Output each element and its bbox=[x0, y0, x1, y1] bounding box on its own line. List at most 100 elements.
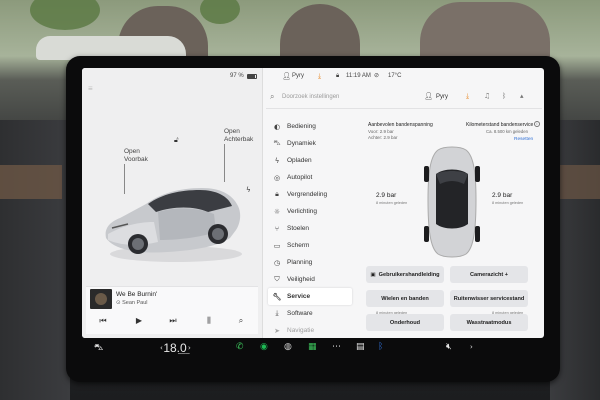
previous-icon[interactable]: ⏮ bbox=[96, 316, 110, 326]
tire-front-right-pressure: 2.9 bar bbox=[492, 192, 513, 199]
display-icon: ▭ bbox=[273, 241, 281, 250]
lock-icon: 🔒︎ bbox=[275, 190, 279, 198]
wrench-icon: 🔧︎ bbox=[272, 292, 282, 301]
nav-label: Scherm bbox=[287, 242, 310, 249]
car-wash-mode-label: Wasstraatmodus bbox=[466, 319, 512, 326]
status-bar: 97 % 👤︎ Pyry ⤓ 🔒︎ 11:19 AM ⊘ 17°C bbox=[82, 68, 544, 86]
open-trunk-callout[interactable]: Open Achterbak bbox=[224, 128, 253, 144]
lock-status-icon: 🔒︎ bbox=[336, 72, 340, 79]
search-input[interactable]: Doorzoek instellingen bbox=[282, 94, 339, 100]
panel-divider bbox=[262, 68, 263, 338]
maintenance-label: Onderhoud bbox=[389, 319, 421, 326]
next-icon[interactable]: ⏭ bbox=[166, 316, 180, 326]
tire-front-right-time: 8 minuten geleden bbox=[492, 201, 524, 205]
media-player[interactable]: We Be Burnin' ⊙ Sean Paul ⏮ ▶ ⏭ ⫼ ⌕ bbox=[86, 286, 258, 334]
touchscreen: ≡ Open Voorbak Open Achterbak 🔓︎ ϟ We Be bbox=[82, 68, 544, 338]
download-icon: ⤓ bbox=[275, 309, 279, 317]
recommended-pressure-title: Aanbevolen bandenspanning bbox=[368, 122, 433, 128]
calendar-icon[interactable]: ▤ bbox=[356, 342, 365, 352]
nav-label: Service bbox=[287, 293, 311, 300]
nav-item-planning[interactable]: ◷ Planning bbox=[268, 254, 352, 271]
toggle-icon: ◐ bbox=[273, 122, 281, 131]
nav-item-navigatie[interactable]: ➤ Navigatie bbox=[268, 322, 352, 338]
volume-right-chevron[interactable]: › bbox=[470, 343, 473, 351]
car-icon[interactable]: ⛍ bbox=[94, 343, 103, 354]
profile-icon[interactable]: 👤︎ bbox=[282, 72, 291, 80]
settings-search-row: ⌕ Doorzoek instellingen 👤︎ Pyry ⤓ ♫ ᛒ ▴ bbox=[266, 90, 542, 106]
dashcam-icon[interactable]: ◍ bbox=[284, 342, 292, 352]
games-icon[interactable]: ▦ bbox=[308, 342, 317, 352]
play-icon[interactable]: ▶ bbox=[132, 316, 146, 325]
search-icon: ⌕ bbox=[270, 92, 275, 101]
nav-item-software[interactable]: ⤓ Software bbox=[268, 305, 352, 322]
nav-item-bediening[interactable]: ◐ Bediening bbox=[268, 118, 352, 135]
user-manual-button[interactable]: ▣ Gebruikershandleiding bbox=[366, 266, 444, 283]
settings-nav: ◐ Bediening ⛍ Dynamiek ϟ Opladen ◎ Autopilot… bbox=[268, 118, 352, 338]
nav-item-veiligheid[interactable]: ⛉ Veiligheid bbox=[268, 271, 352, 288]
album-art bbox=[90, 289, 112, 309]
bluetooth-icon[interactable]: ᛒ bbox=[502, 92, 506, 100]
cabin-temperature[interactable]: 18.0 bbox=[162, 341, 188, 355]
nav-label: Navigatie bbox=[287, 327, 315, 334]
nav-item-opladen[interactable]: ϟ Opladen bbox=[268, 152, 352, 169]
battery-icon bbox=[247, 74, 257, 79]
nav-label: Opladen bbox=[287, 157, 312, 164]
profile-name[interactable]: Pyry bbox=[436, 94, 448, 100]
info-icon[interactable]: i bbox=[534, 121, 540, 127]
maintenance-button[interactable]: Onderhoud bbox=[366, 314, 444, 331]
nav-label: Bediening bbox=[287, 123, 316, 130]
wiper-service-button[interactable]: Ruitenwisser servicestand bbox=[450, 290, 528, 307]
equalizer-icon[interactable]: ⫼ bbox=[202, 316, 216, 326]
tpms-title: Kilometerstand bandenservice bbox=[466, 122, 534, 128]
bell-icon[interactable]: ♫ bbox=[484, 92, 490, 100]
open-frunk-callout[interactable]: Open Voorbak bbox=[124, 148, 148, 164]
mute-icon[interactable]: 🔇︎ bbox=[446, 342, 452, 352]
more-apps-icon[interactable]: ⋯ bbox=[332, 342, 341, 352]
artist-name: ⊙ Sean Paul bbox=[116, 300, 148, 306]
phone-icon[interactable]: ✆ bbox=[236, 342, 244, 352]
unlock-icon[interactable]: 🔓︎ bbox=[174, 136, 179, 145]
camera-view-button[interactable]: Camerazicht + bbox=[450, 266, 528, 283]
nav-item-stoelen[interactable]: ⑂ Stoelen bbox=[268, 220, 352, 237]
temp-right-chevron[interactable]: › bbox=[188, 344, 191, 352]
profile-icon[interactable]: 👤︎ bbox=[424, 92, 433, 100]
search-icon[interactable]: ⌕ bbox=[234, 316, 248, 326]
nav-item-scherm[interactable]: ▭ Scherm bbox=[268, 237, 352, 254]
wiper-service-label: Ruitenwisser servicestand bbox=[453, 295, 525, 302]
shield-icon: ⛉ bbox=[274, 275, 280, 283]
nav-label: Dynamiek bbox=[287, 140, 316, 147]
reset-link[interactable]: Resetten bbox=[514, 137, 533, 142]
artist-label: Sean Paul bbox=[122, 300, 148, 306]
download-orange-icon[interactable]: ⤓ bbox=[318, 72, 321, 81]
fan-icon[interactable]: ▔▔▔ bbox=[178, 354, 190, 360]
nav-item-vergrendeling[interactable]: 🔒︎ Vergrendeling bbox=[268, 186, 352, 203]
user-icon: ⊙ bbox=[116, 300, 121, 306]
steering-wheel-icon: ◎ bbox=[273, 173, 281, 182]
track-title: We Be Burnin' bbox=[116, 291, 158, 298]
tpms-value: Ca. 8.500 km geleden bbox=[486, 129, 529, 134]
airbag-icon: ⊘ bbox=[374, 73, 380, 79]
bluetooth-icon[interactable]: ᛒ bbox=[378, 342, 383, 352]
car-visualization-panel: ≡ Open Voorbak Open Achterbak 🔓︎ ϟ We Be bbox=[82, 68, 262, 338]
taskbar: ⛍ ‹ 18.0 › ▔▔▔ ✆ ◉ ◍ ▦ ⋯ ▤ ᛒ 🔇︎ › bbox=[66, 338, 560, 364]
navigation-icon: ➤ bbox=[274, 326, 280, 335]
nav-label: Autopilot bbox=[287, 174, 313, 181]
download-icon[interactable]: ⤓ bbox=[466, 92, 469, 101]
nav-label: Verlichting bbox=[287, 208, 317, 215]
nav-item-dynamiek[interactable]: ⛍ Dynamiek bbox=[268, 135, 352, 152]
car-wash-mode-button[interactable]: Wasstraatmodus bbox=[450, 314, 528, 331]
sun-icon: ☼ bbox=[273, 207, 281, 216]
nav-label: Stoelen bbox=[287, 225, 310, 232]
nav-item-verlichting[interactable]: ☼ Verlichting bbox=[268, 203, 352, 220]
nav-label: Planning bbox=[287, 259, 313, 266]
nav-item-autopilot[interactable]: ◎ Autopilot bbox=[268, 169, 352, 186]
profile-name[interactable]: Pyry bbox=[292, 73, 304, 79]
clock-icon: ◷ bbox=[273, 258, 281, 267]
spotify-icon[interactable]: ◉ bbox=[260, 342, 268, 352]
battery-percentage: 97 % bbox=[230, 73, 244, 79]
signal-icon: ▴ bbox=[520, 92, 524, 100]
wheels-tires-button[interactable]: Wielen en banden bbox=[366, 290, 444, 307]
car-illustration bbox=[105, 188, 242, 262]
camera-view-label: Camerazicht + bbox=[469, 271, 509, 278]
nav-item-service[interactable]: 🔧︎ Service bbox=[268, 288, 352, 305]
